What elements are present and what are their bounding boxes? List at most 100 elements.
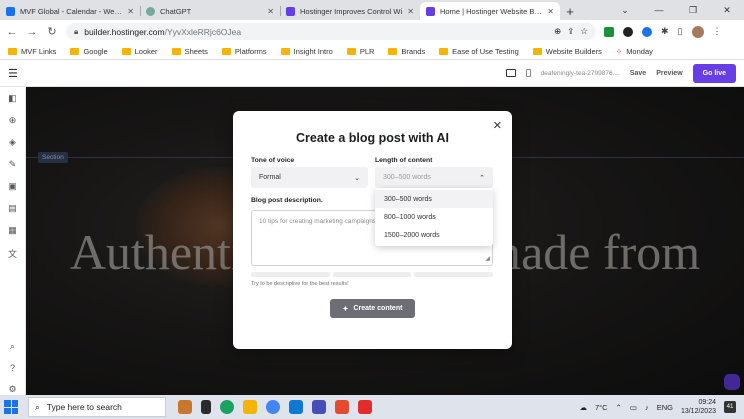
- outlook-icon[interactable]: [289, 400, 303, 414]
- app-icon[interactable]: [335, 400, 349, 414]
- widgets-icon[interactable]: [178, 400, 192, 414]
- length-select[interactable]: 300–500 words ⌃: [375, 167, 493, 188]
- tone-select[interactable]: Formal ⌄: [251, 167, 368, 188]
- profile-avatar[interactable]: [691, 25, 704, 38]
- chrome-icon[interactable]: [266, 400, 280, 414]
- tab-chatgpt[interactable]: ChatGPT ✕: [140, 2, 280, 20]
- windows-start-icon[interactable]: [4, 400, 18, 414]
- site-domain[interactable]: deafeningly-tea-2799876....: [541, 70, 620, 77]
- create-content-label: Create content: [353, 305, 403, 312]
- folder-icon: [280, 47, 290, 55]
- close-tab-icon[interactable]: ✕: [267, 7, 274, 16]
- back-icon[interactable]: ←: [6, 26, 18, 38]
- close-tab-icon[interactable]: ✕: [547, 7, 554, 16]
- edge-icon[interactable]: [220, 400, 234, 414]
- calendar-icon: [6, 6, 15, 16]
- bookmark-mvf-links[interactable]: MVF Links: [8, 47, 56, 56]
- chrome-menu-icon[interactable]: ⋮: [713, 26, 722, 37]
- close-tab-icon[interactable]: ✕: [407, 7, 414, 16]
- extension-icon[interactable]: [604, 26, 614, 37]
- bookmark-platforms[interactable]: Platforms: [221, 47, 267, 56]
- network-icon[interactable]: ▭: [630, 403, 637, 412]
- address-bar[interactable]: 🔒︎ builder.hostinger.com/YyvXxleRRjc6OJe…: [66, 23, 596, 40]
- new-tab-button[interactable]: +: [560, 2, 580, 20]
- bookmark-label: MVF Links: [21, 46, 57, 56]
- length-option-1500-2000[interactable]: 1500–2000 words: [375, 226, 493, 244]
- volume-icon[interactable]: ♪: [645, 403, 649, 412]
- length-option-800-1000[interactable]: 800–1000 words: [375, 208, 493, 226]
- close-icon[interactable]: ✕: [493, 119, 502, 132]
- bookmark-plr[interactable]: PLR: [346, 46, 375, 56]
- panel-toggle-icon[interactable]: ◧: [8, 93, 17, 104]
- tab-calendar[interactable]: MVF Global - Calendar - Week ✕: [0, 2, 140, 20]
- save-button[interactable]: Save: [630, 70, 646, 77]
- app-icon[interactable]: [358, 400, 372, 414]
- suggestion-chip[interactable]: [414, 272, 494, 277]
- bookmark-insight-intro[interactable]: Insight Intro: [280, 47, 333, 56]
- hamburger-menu-icon[interactable]: ☰: [8, 67, 18, 80]
- layers-icon[interactable]: ◈: [9, 137, 16, 148]
- tab-label: Hostinger Improves Control Wi: [300, 6, 403, 16]
- grid-icon[interactable]: ▦: [8, 225, 17, 236]
- minimize-icon[interactable]: —: [642, 0, 676, 20]
- bookmark-label: PLR: [359, 46, 375, 56]
- bookmark-looker[interactable]: Looker: [121, 47, 158, 56]
- translate-icon[interactable]: 文: [8, 247, 17, 260]
- hostinger-icon: [286, 6, 295, 16]
- weather-temp[interactable]: 7°C: [595, 403, 608, 412]
- file-explorer-icon[interactable]: [243, 400, 257, 414]
- language-indicator[interactable]: ENG: [657, 403, 673, 412]
- go-live-button[interactable]: Go live: [692, 63, 736, 83]
- settings-icon[interactable]: ⚙: [8, 384, 16, 395]
- mobile-view-icon[interactable]: [525, 69, 531, 77]
- extensions-puzzle-icon[interactable]: ✱: [661, 26, 669, 37]
- folder-icon: [388, 47, 398, 55]
- side-panel-icon[interactable]: ▯: [678, 26, 683, 37]
- bookmark-website-builders[interactable]: Website Builders: [532, 47, 602, 56]
- blog-icon[interactable]: ▤: [8, 203, 17, 214]
- share-icon[interactable]: ⇪: [567, 26, 574, 37]
- weather-icon[interactable]: ☁: [579, 403, 587, 412]
- extension-icon[interactable]: [623, 26, 633, 37]
- taskbar-search[interactable]: ⌕ Type here to search: [28, 397, 166, 417]
- description-hint: Try to be descriptive for the best resul…: [251, 281, 349, 287]
- bookmark-ease-of-use[interactable]: Ease of Use Testing: [439, 47, 519, 56]
- tab-hostinger-builder[interactable]: Home | Hostinger Website Build ✕: [420, 2, 560, 20]
- desktop-view-icon[interactable]: [505, 69, 516, 77]
- teams-icon[interactable]: [312, 400, 326, 414]
- tab-search-icon[interactable]: ⌄: [608, 0, 642, 20]
- tab-hostinger-article[interactable]: Hostinger Improves Control Wi ✕: [280, 2, 420, 20]
- bookmark-monday[interactable]: ⁘ Monday: [616, 47, 653, 56]
- close-tab-icon[interactable]: ✕: [127, 7, 134, 16]
- store-icon[interactable]: ▣: [8, 181, 17, 192]
- tray-chevron-icon[interactable]: ⌃: [616, 403, 622, 412]
- search-icon[interactable]: ⌕: [10, 341, 15, 352]
- close-window-icon[interactable]: ✕: [710, 0, 744, 20]
- reload-icon[interactable]: ↻: [46, 25, 58, 38]
- clock-time: 09:24: [698, 399, 716, 406]
- task-view-icon[interactable]: [201, 400, 211, 414]
- chatgpt-icon: [146, 6, 155, 16]
- forward-icon[interactable]: →: [26, 26, 38, 38]
- bookmark-brands[interactable]: Brands: [388, 47, 425, 56]
- preview-button[interactable]: Preview: [656, 70, 682, 77]
- notifications-badge[interactable]: 41: [724, 401, 736, 413]
- suggestion-chip[interactable]: [251, 272, 330, 277]
- suggestion-chip[interactable]: [332, 272, 412, 277]
- bookmark-google[interactable]: Google: [70, 47, 108, 56]
- extension-icon[interactable]: [642, 26, 652, 37]
- bookmark-sheets[interactable]: Sheets: [171, 47, 208, 56]
- bookmark-star-icon[interactable]: ☆: [580, 26, 588, 37]
- zoom-icon[interactable]: ⊕: [554, 26, 561, 37]
- extensions-area: ✱ ▯ ⋮: [604, 25, 722, 38]
- add-element-icon[interactable]: ⊕: [9, 115, 17, 126]
- create-content-button[interactable]: ✦ Create content: [330, 299, 415, 318]
- lock-icon[interactable]: 🔒︎: [74, 27, 78, 37]
- clock[interactable]: 09:24 13/12/2023: [681, 398, 716, 416]
- help-icon[interactable]: ?: [10, 363, 15, 373]
- length-option-300-500[interactable]: 300–500 words: [375, 190, 493, 208]
- resize-handle-icon[interactable]: ◢: [485, 255, 490, 264]
- description-label: Blog post description.: [251, 197, 323, 204]
- pen-icon[interactable]: ✎: [9, 159, 17, 170]
- restore-icon[interactable]: ❐: [676, 0, 710, 20]
